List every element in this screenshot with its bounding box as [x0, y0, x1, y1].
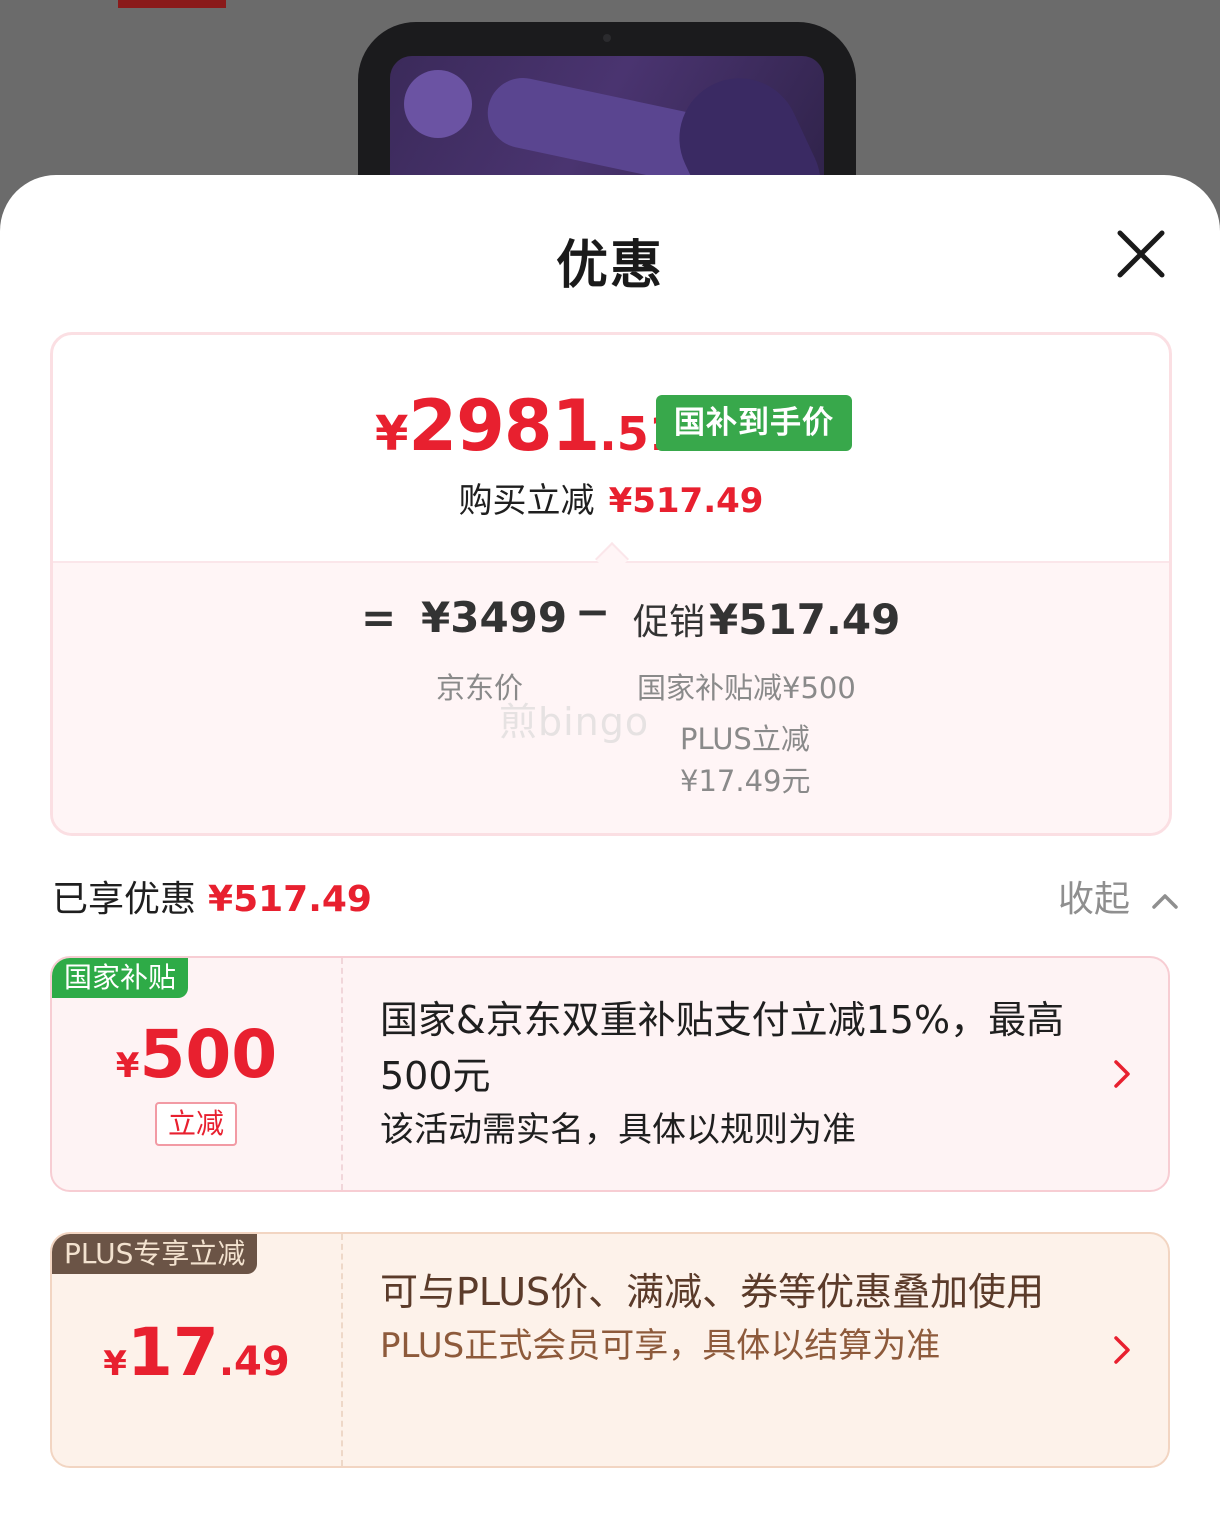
close-button[interactable] [1110, 223, 1172, 285]
plus-member-coupon[interactable]: PLUS专享立减 ¥17.49 可与PLUS价、满减、券等优惠叠加使用 PLUS… [50, 1232, 1170, 1468]
product-tag-fragment [118, 0, 226, 8]
coupon-title: 可与PLUS价、满减、券等优惠叠加使用 [380, 1270, 1045, 1314]
promo-total: 促销¥517.49 [633, 595, 901, 644]
enjoyed-discount: 已享优惠 ¥517.49 [52, 879, 372, 920]
reduce-label: 立减 [155, 1102, 237, 1146]
coupon-tag: 国家补贴 [52, 958, 189, 998]
coupon-amount: ¥17.49 [103, 1314, 290, 1391]
coupon-divider [341, 1234, 343, 1466]
chevron-up-icon [1152, 894, 1179, 909]
coupon-amount: ¥500 [115, 1016, 278, 1093]
purchase-reduction: 购买立减 ¥517.49 [458, 481, 764, 521]
price-breakdown-card: ¥2981.51 国补到手价 购买立减 ¥517.49 = ¥3499 − 促销¥… [50, 332, 1172, 836]
coupon-title: 国家&京东双重补贴支付立减15%，最高500元 [380, 998, 1065, 1098]
minus-sign: − [575, 587, 611, 636]
jd-price: ¥3499 [421, 593, 568, 642]
watermark: 煎bingo [499, 700, 650, 744]
discount-sheet: 优惠 ¥2981.51 国补到手价 购买立减 ¥517.49 = ¥3499 − … [0, 175, 1220, 1523]
coupon-subtitle: PLUS正式会员可享，具体以结算为准 [380, 1326, 941, 1366]
sheet-title: 优惠 [555, 236, 664, 296]
gov-price-badge: 国补到手价 [656, 395, 852, 451]
final-price: ¥2981.51 [375, 385, 681, 467]
collapse-button[interactable]: 收起 [1058, 870, 1179, 922]
coupon-divider [341, 958, 343, 1190]
chevron-right-icon [1114, 1336, 1130, 1364]
close-icon [1117, 230, 1165, 278]
chevron-right-icon [1114, 1060, 1130, 1088]
plus-reduction-caption: PLUS立减 ¥17.49元 [680, 722, 811, 798]
tablet-camera [603, 34, 611, 42]
gov-subsidy-coupon[interactable]: 国家补贴 ¥500 立减 国家&京东双重补贴支付立减15%，最高500元 该活动… [50, 956, 1170, 1192]
equals-sign: = [361, 593, 397, 642]
gov-subsidy-caption: 国家补贴减¥500 [637, 671, 856, 705]
coupon-description: 国家&京东双重补贴支付立减15%，最高500元 该活动需实名，具体以规则为准 [380, 992, 1080, 1156]
coupon-tag: PLUS专享立减 [52, 1234, 258, 1274]
coupon-description: 可与PLUS价、满减、券等优惠叠加使用 PLUS正式会员可享，具体以结算为准 [380, 1264, 1080, 1372]
coupon-subtitle: 该活动需实名，具体以规则为准 [380, 1110, 856, 1150]
